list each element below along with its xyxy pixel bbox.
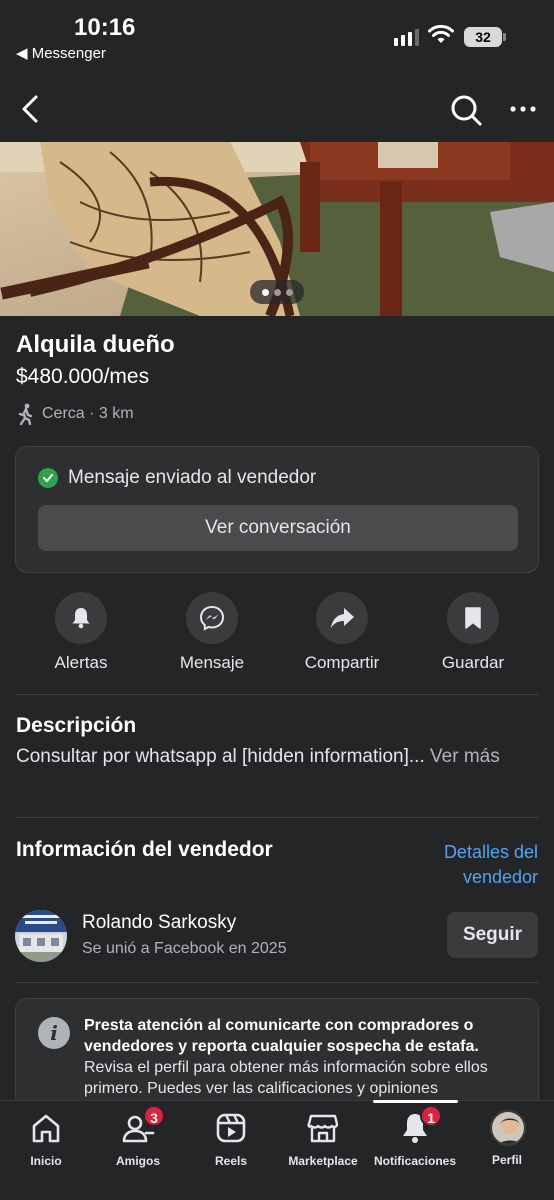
alerts-action[interactable]: Alertas	[26, 592, 136, 673]
share-action[interactable]: Compartir	[287, 592, 397, 673]
bell-icon	[72, 608, 90, 629]
tab-friends-label: Amigos	[115, 1154, 160, 1168]
bookmark-icon	[465, 607, 481, 629]
notifications-badge: 1	[420, 1105, 442, 1127]
tab-notifications[interactable]: 1 Notificaciones	[370, 1105, 460, 1168]
safety-warning-body: Revisa el perfil para obtener más inform…	[84, 1059, 488, 1097]
share-label: Compartir	[304, 653, 380, 672]
seller-info-title: Información del vendedor	[16, 838, 273, 861]
alerts-label: Alertas	[54, 653, 108, 672]
cellular-signal-icon	[394, 26, 419, 46]
message-action[interactable]: Mensaje	[157, 592, 267, 673]
view-conversation-button[interactable]: Ver conversación	[38, 505, 518, 551]
status-bar: 10:16 ◀ Messenger 32	[0, 0, 554, 70]
location-text: Cerca · 3 km	[42, 405, 134, 422]
seller-joined-date: Se unió a Facebook en 2025	[82, 940, 287, 957]
listing-actions: Alertas Mensaje Compartir Guardar	[0, 592, 554, 682]
listing-price: $480.000/mes	[16, 365, 150, 388]
description-title: Descripción	[16, 714, 137, 737]
reels-icon	[216, 1113, 246, 1143]
listing-title: Alquila dueño	[16, 331, 175, 358]
home-icon	[32, 1114, 60, 1143]
more-options-icon[interactable]	[506, 92, 540, 126]
share-icon	[331, 608, 354, 628]
battery-indicator: 32	[464, 27, 506, 47]
tab-friends[interactable]: 3 Amigos	[93, 1105, 183, 1168]
safety-warning-bold: Presta atención al comunicarte con compr…	[84, 1017, 479, 1055]
message-sent-status: Mensaje enviado al vendedor	[38, 467, 316, 489]
tab-home-label: Inicio	[30, 1154, 62, 1168]
follow-button[interactable]: Seguir	[447, 912, 538, 958]
seller-avatar[interactable]	[15, 910, 67, 962]
walking-icon	[18, 403, 33, 425]
divider	[16, 982, 538, 983]
seller-details-link[interactable]: Detalles del vendedor	[398, 840, 538, 890]
wifi-icon	[428, 24, 454, 43]
seller-name[interactable]: Rolando Sarkosky	[82, 912, 236, 934]
tab-marketplace[interactable]: Marketplace	[278, 1111, 368, 1168]
alerts-button[interactable]	[55, 592, 107, 644]
description-text: Consultar por whatsapp al [hidden inform…	[16, 744, 526, 770]
back-to-messenger-link[interactable]: ◀ Messenger	[16, 44, 106, 62]
message-sent-card: Mensaje enviado al vendedor Ver conversa…	[15, 446, 539, 573]
info-icon: i	[38, 1017, 70, 1049]
message-label: Mensaje	[179, 653, 245, 672]
messenger-icon	[199, 605, 225, 631]
page-dot-active	[261, 288, 269, 296]
photo-pagination-dots	[250, 280, 304, 304]
listing-location: Cerca · 3 km	[16, 403, 134, 425]
search-icon[interactable]	[448, 92, 484, 128]
check-circle-icon	[38, 468, 58, 488]
top-nav	[0, 80, 554, 140]
status-time: 10:16	[74, 14, 136, 41]
tab-reels-label: Reels	[214, 1154, 248, 1168]
share-button[interactable]	[316, 592, 368, 644]
see-more-link[interactable]: Ver más	[430, 746, 500, 767]
tab-home[interactable]: Inicio	[1, 1111, 91, 1168]
save-label: Guardar	[441, 653, 505, 672]
bottom-tab-bar: Inicio 3 Amigos Reels Marketplace 1 Noti…	[0, 1100, 554, 1200]
friends-badge: 3	[143, 1105, 165, 1127]
divider	[16, 817, 538, 818]
message-sent-text: Mensaje enviado al vendedor	[68, 467, 317, 488]
home-indicator	[373, 1100, 458, 1103]
tab-marketplace-label: Marketplace	[288, 1154, 358, 1168]
safety-warning-text: Presta atención al comunicarte con compr…	[84, 1015, 524, 1099]
message-button[interactable]	[186, 592, 238, 644]
page-dot	[285, 288, 293, 296]
page-dot	[273, 288, 281, 296]
tab-reels[interactable]: Reels	[186, 1111, 276, 1168]
marketplace-icon	[307, 1114, 339, 1143]
profile-avatar	[490, 1110, 526, 1146]
tab-profile[interactable]: Perfil	[462, 1110, 552, 1167]
back-arrow-icon[interactable]	[14, 92, 48, 126]
save-button[interactable]	[447, 592, 499, 644]
description-body: Consultar por whatsapp al [hidden inform…	[16, 746, 425, 767]
save-action[interactable]: Guardar	[418, 592, 528, 673]
divider	[16, 694, 538, 695]
tab-profile-label: Perfil	[491, 1153, 522, 1167]
tab-notifications-label: Notificaciones	[373, 1154, 457, 1168]
